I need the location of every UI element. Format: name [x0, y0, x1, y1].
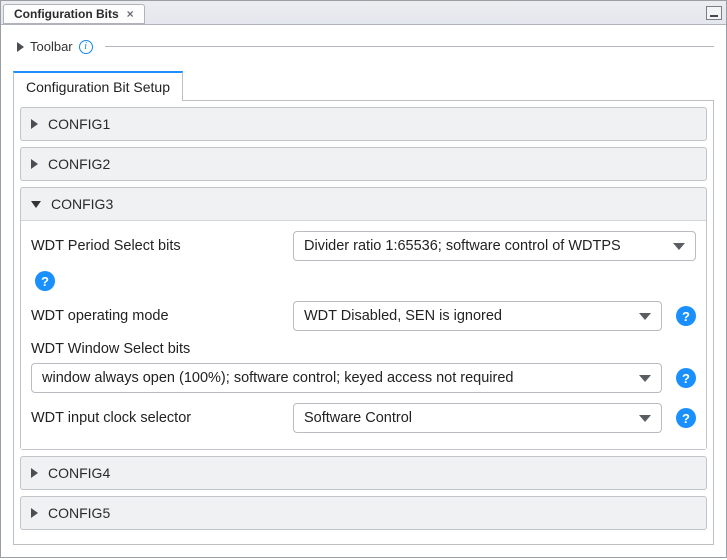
help-button-wdt-mode[interactable]: ?	[676, 306, 696, 326]
section-title: CONFIG3	[51, 196, 113, 212]
section-title: CONFIG5	[48, 505, 110, 521]
tab-configuration-bit-setup[interactable]: Configuration Bit Setup	[13, 71, 183, 101]
wdt-mode-select[interactable]: WDT Disabled, SEN is ignored	[293, 301, 662, 331]
section-config1: CONFIG1	[20, 107, 707, 141]
section-config2-header[interactable]: CONFIG2	[21, 148, 706, 180]
section-title: CONFIG2	[48, 156, 110, 172]
close-icon[interactable]: ×	[125, 7, 136, 21]
wdt-window-select[interactable]: window always open (100%); software cont…	[31, 363, 662, 393]
select-value: Divider ratio 1:65536; software control …	[304, 238, 621, 254]
chevron-down-icon	[31, 201, 41, 208]
section-config3-header[interactable]: CONFIG3	[21, 188, 706, 220]
chevron-right-icon	[31, 159, 38, 169]
field-label: WDT input clock selector	[31, 410, 279, 426]
section-config4: CONFIG4	[20, 456, 707, 490]
toolbar-label: Toolbar	[30, 39, 73, 54]
tabstrip: Configuration Bit Setup	[13, 70, 714, 101]
content-area: Toolbar i Configuration Bit Setup CONFIG…	[1, 25, 726, 557]
section-config5: CONFIG5	[20, 496, 707, 530]
help-button-wdt-period[interactable]: ?	[35, 271, 55, 291]
section-config4-header[interactable]: CONFIG4	[21, 457, 706, 489]
chevron-down-icon	[673, 243, 685, 250]
wdt-clock-select[interactable]: Software Control	[293, 403, 662, 433]
chevron-right-icon	[31, 508, 38, 518]
editor-tab-configuration-bits[interactable]: Configuration Bits ×	[3, 4, 145, 24]
toolbar-expander[interactable]: Toolbar i	[17, 39, 714, 54]
chevron-down-icon	[639, 313, 651, 320]
section-config3: CONFIG3 WDT Period Select bits Divider r…	[20, 187, 707, 450]
editor-tab-title: Configuration Bits	[14, 7, 119, 21]
section-config1-header[interactable]: CONFIG1	[21, 108, 706, 140]
field-label: WDT operating mode	[31, 308, 279, 324]
minimize-button[interactable]	[706, 6, 722, 20]
chevron-down-icon	[639, 415, 651, 422]
section-title: CONFIG1	[48, 116, 110, 132]
field-label: WDT Window Select bits	[31, 341, 696, 357]
help-button-wdt-window[interactable]: ?	[676, 368, 696, 388]
info-icon[interactable]: i	[79, 40, 93, 54]
config-bits-window: Configuration Bits × Toolbar i Configura…	[0, 0, 727, 558]
field-wdt-period: WDT Period Select bits Divider ratio 1:6…	[31, 231, 696, 261]
minimize-icon	[710, 15, 718, 17]
field-label: WDT Period Select bits	[31, 238, 279, 254]
chevron-down-icon	[639, 375, 651, 382]
select-value: WDT Disabled, SEN is ignored	[304, 308, 502, 324]
field-wdt-mode: WDT operating mode WDT Disabled, SEN is …	[31, 301, 696, 331]
chevron-right-icon	[31, 468, 38, 478]
help-button-wdt-clock[interactable]: ?	[676, 408, 696, 428]
wdt-period-select[interactable]: Divider ratio 1:65536; software control …	[293, 231, 696, 261]
chevron-right-icon	[17, 42, 24, 52]
select-value: Software Control	[304, 410, 412, 426]
section-title: CONFIG4	[48, 465, 110, 481]
field-wdt-window: window always open (100%); software cont…	[31, 363, 696, 393]
config-panel: CONFIG1 CONFIG2 CONFIG3 WDT Period Selec…	[13, 101, 714, 545]
tab-label: Configuration Bit Setup	[26, 79, 170, 95]
section-config3-body: WDT Period Select bits Divider ratio 1:6…	[21, 220, 706, 449]
chevron-right-icon	[31, 119, 38, 129]
section-config5-header[interactable]: CONFIG5	[21, 497, 706, 529]
field-wdt-clock: WDT input clock selector Software Contro…	[31, 403, 696, 433]
titlebar: Configuration Bits ×	[1, 1, 726, 25]
select-value: window always open (100%); software cont…	[42, 370, 514, 386]
divider	[105, 46, 714, 47]
section-config2: CONFIG2	[20, 147, 707, 181]
